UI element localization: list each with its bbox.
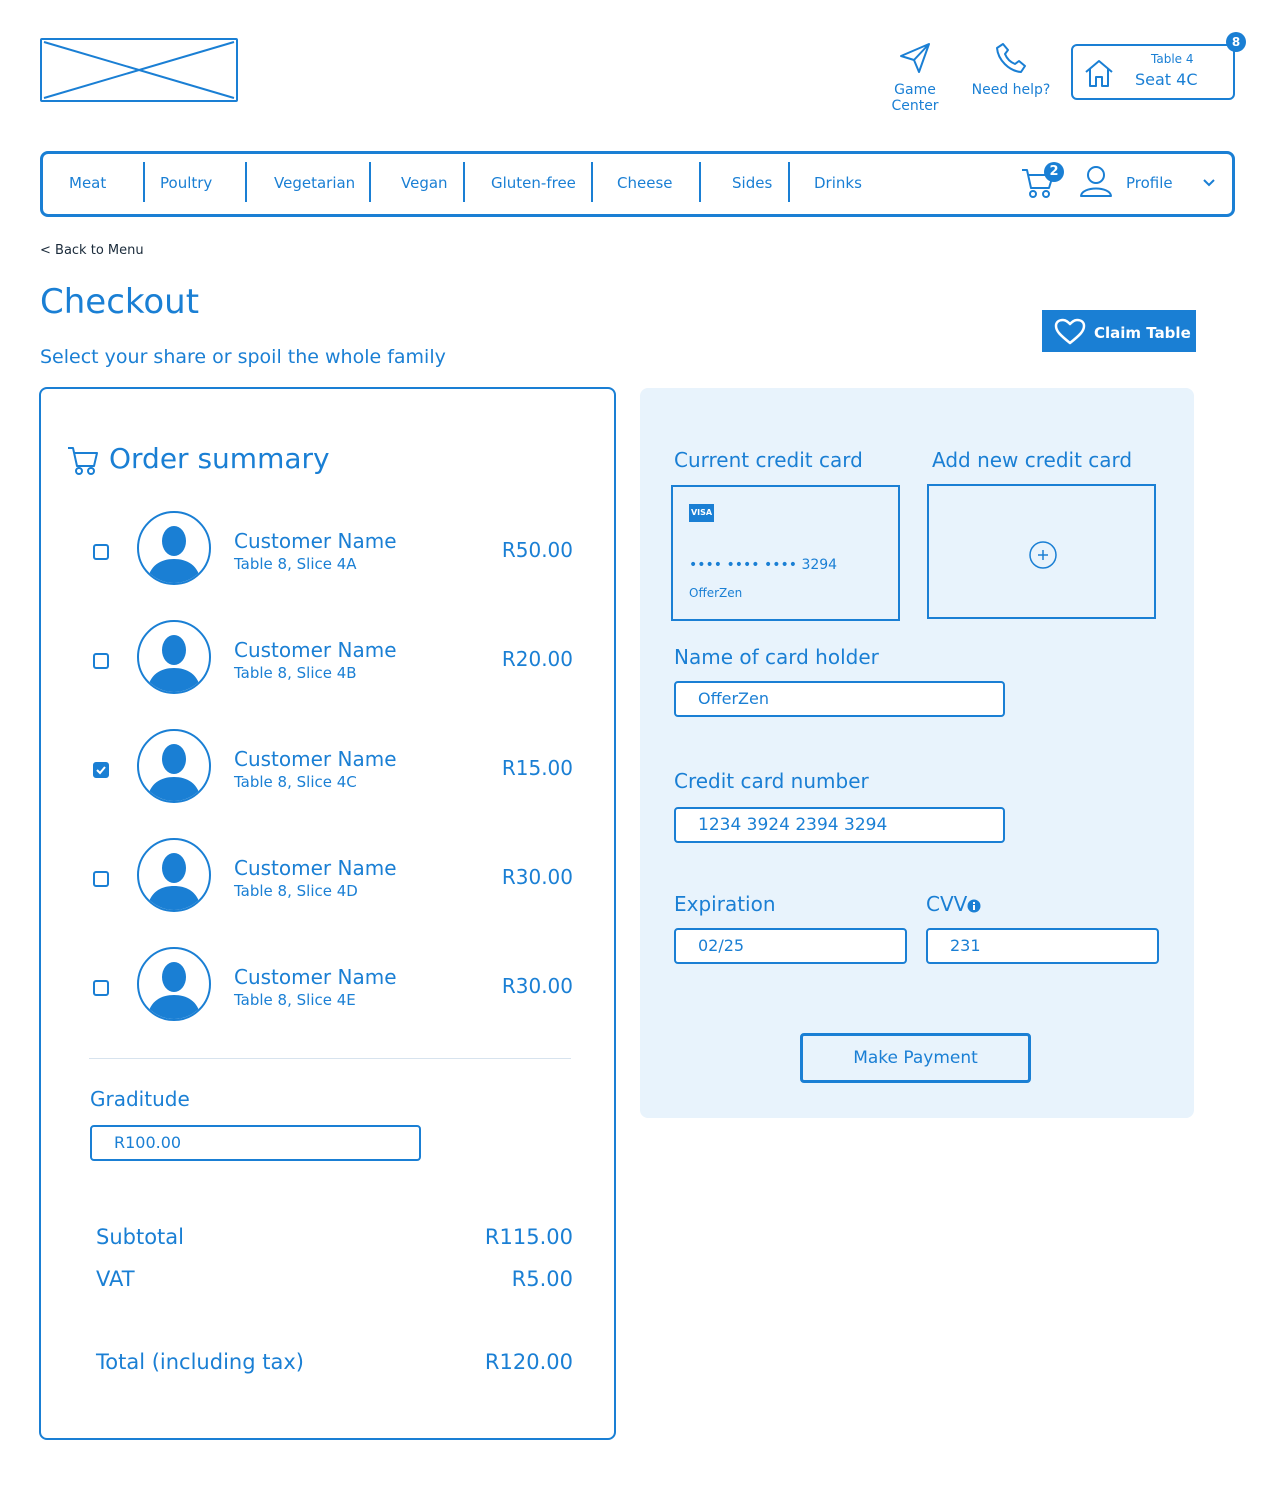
- plus-circle-icon: [1029, 541, 1057, 569]
- item-price: R30.00: [501, 974, 573, 998]
- nav-item-poultry[interactable]: Poultry: [160, 174, 212, 192]
- share-checkbox[interactable]: [93, 871, 109, 887]
- card-number-input[interactable]: 1234 3924 2394 3294: [674, 807, 1005, 843]
- chevron-down-icon: [1203, 179, 1215, 187]
- order-row: Customer Name Table 8, Slice 4B R20.00: [60, 614, 600, 704]
- make-payment-button[interactable]: Make Payment: [800, 1033, 1031, 1083]
- nav-divider: [463, 162, 465, 202]
- home-icon: [1085, 60, 1113, 87]
- claim-table-label: Claim Table: [1094, 324, 1191, 342]
- nav-item-vegetarian[interactable]: Vegetarian: [274, 174, 355, 192]
- current-credit-card[interactable]: VISA •••• •••• •••• 3294 OfferZen: [671, 485, 900, 621]
- expiration-input[interactable]: 02/25: [674, 928, 907, 964]
- add-credit-card-button[interactable]: [927, 484, 1156, 619]
- nav-item-drinks[interactable]: Drinks: [814, 174, 862, 192]
- cart-count-badge: 2: [1044, 162, 1064, 182]
- nav-item-sides[interactable]: Sides: [732, 174, 772, 192]
- card-holder-input[interactable]: OfferZen: [674, 681, 1005, 717]
- vat-label: VAT: [96, 1267, 135, 1291]
- nav-item-cheese[interactable]: Cheese: [617, 174, 672, 192]
- order-row: Customer Name Table 8, Slice 4E R30.00: [60, 941, 600, 1031]
- customer-name: Customer Name: [234, 965, 397, 989]
- nav-divider: [788, 162, 790, 202]
- user-icon: [1080, 166, 1112, 197]
- gratitude-input[interactable]: R100.00: [90, 1125, 421, 1161]
- holder-label: Name of card holder: [674, 645, 879, 669]
- phone-icon: [996, 43, 1026, 73]
- card-number-label: Credit card number: [674, 769, 869, 793]
- avatar: [137, 947, 211, 1021]
- customer-seat: Table 8, Slice 4D: [234, 882, 358, 900]
- cvv-label: CVV: [926, 892, 968, 916]
- game-center-label: Game Center: [891, 82, 939, 114]
- order-row: Customer Name Table 8, Slice 4D R30.00: [60, 832, 600, 922]
- divider: [89, 1058, 571, 1059]
- card-number-masked: •••• •••• •••• 3294: [689, 557, 838, 573]
- avatar: [137, 620, 211, 694]
- nav-divider: [369, 162, 371, 202]
- order-row: Customer Name Table 8, Slice 4A R50.00: [60, 505, 600, 595]
- nav-divider: [699, 162, 701, 202]
- customer-seat: Table 8, Slice 4A: [234, 555, 357, 573]
- customer-name: Customer Name: [234, 529, 397, 553]
- table-seat-indicator[interactable]: Table 4 Seat 4C: [1071, 44, 1235, 100]
- customer-seat: Table 8, Slice 4B: [234, 664, 357, 682]
- back-to-menu-link[interactable]: < Back to Menu: [40, 243, 144, 258]
- seat-label: Seat 4C: [1135, 70, 1198, 89]
- table-label: Table 4: [1151, 52, 1194, 66]
- info-icon[interactable]: [967, 899, 981, 913]
- item-price: R50.00: [501, 538, 573, 562]
- page-title: Checkout: [40, 282, 200, 322]
- customer-seat: Table 8, Slice 4C: [234, 773, 357, 791]
- nav-divider: [591, 162, 593, 202]
- card-holder-on-card: OfferZen: [689, 586, 743, 600]
- order-row: Customer Name Table 8, Slice 4C R15.00: [60, 723, 600, 813]
- customer-name: Customer Name: [234, 856, 397, 880]
- order-summary-title: Order summary: [109, 442, 330, 475]
- nav-item-vegan[interactable]: Vegan: [401, 174, 448, 192]
- nav-item-meat[interactable]: Meat: [69, 174, 106, 192]
- cart-icon: [68, 447, 98, 475]
- nav-divider: [143, 162, 145, 202]
- customer-name: Customer Name: [234, 638, 397, 662]
- avatar: [137, 838, 211, 912]
- subtotal-value: R115.00: [484, 1225, 573, 1249]
- customer-name: Customer Name: [234, 747, 397, 771]
- share-checkbox[interactable]: [93, 980, 109, 996]
- nav-divider: [245, 162, 247, 202]
- claim-table-button[interactable]: Claim Table: [1042, 310, 1196, 352]
- need-help-label: Need help?: [971, 82, 1051, 98]
- total-value: R120.00: [484, 1350, 573, 1374]
- heart-icon: [1054, 318, 1086, 345]
- send-icon: [900, 43, 930, 73]
- item-price: R30.00: [501, 865, 573, 889]
- add-card-label: Add new credit card: [932, 448, 1133, 472]
- profile-menu[interactable]: Profile: [1078, 164, 1228, 204]
- notification-badge: 8: [1226, 32, 1246, 52]
- profile-label: Profile: [1126, 174, 1173, 192]
- subtotal-label: Subtotal: [96, 1225, 184, 1249]
- logo-placeholder: [40, 38, 238, 102]
- page-subtitle: Select your share or spoil the whole fam…: [40, 346, 446, 368]
- checkmark-icon: [96, 766, 106, 775]
- customer-seat: Table 8, Slice 4E: [234, 991, 356, 1009]
- share-checkbox[interactable]: [93, 653, 109, 669]
- share-checkbox[interactable]: [93, 762, 109, 778]
- visa-logo: VISA: [689, 504, 714, 522]
- vat-value: R5.00: [511, 1267, 573, 1291]
- avatar: [137, 511, 211, 585]
- item-price: R15.00: [501, 756, 573, 780]
- need-help-link[interactable]: Need help?: [965, 40, 1057, 98]
- nav-item-gluten-free[interactable]: Gluten-free: [491, 174, 576, 192]
- total-label: Total (including tax): [96, 1350, 304, 1374]
- current-card-label: Current credit card: [674, 448, 863, 472]
- expiration-label: Expiration: [674, 892, 776, 916]
- gratitude-label: Graditude: [90, 1087, 190, 1111]
- share-checkbox[interactable]: [93, 544, 109, 560]
- cvv-input[interactable]: 231: [926, 928, 1159, 964]
- avatar: [137, 729, 211, 803]
- item-price: R20.00: [501, 647, 573, 671]
- game-center-link[interactable]: Game Center: [869, 40, 961, 114]
